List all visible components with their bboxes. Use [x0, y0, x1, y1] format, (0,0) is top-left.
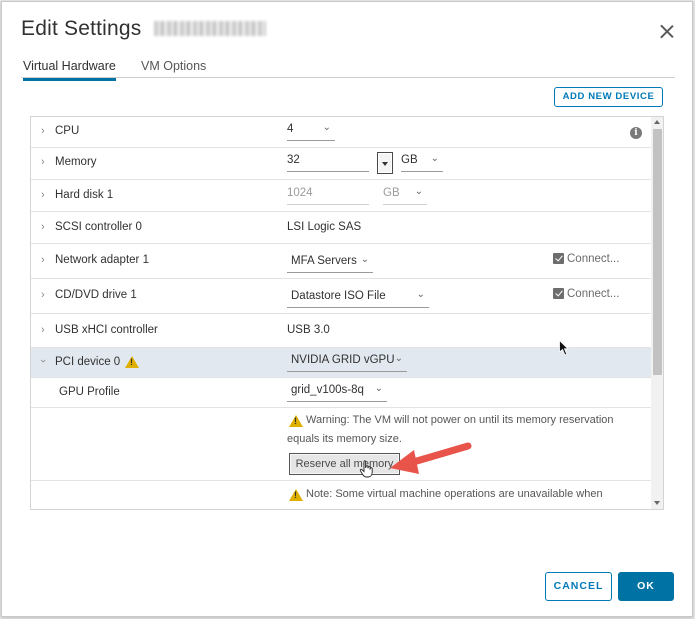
- chevron-down-icon: ⌄: [360, 254, 369, 265]
- edit-settings-dialog: Edit Settings Virtual Hardware VM Option…: [1, 1, 693, 617]
- chevron-right-icon[interactable]: ›: [41, 254, 45, 266]
- network-connect-label: Connect...: [567, 253, 620, 265]
- hard-disk-value: 1024: [287, 187, 313, 199]
- chevron-right-icon[interactable]: ›: [41, 221, 45, 233]
- memory-dropdown-button[interactable]: [377, 152, 393, 174]
- note-text: Note: Some virtual machine operations ar…: [306, 488, 603, 500]
- pci-device-select[interactable]: NVIDIA GRID vGPU ⌄: [287, 353, 407, 372]
- network-connect-checkbox[interactable]: [553, 253, 564, 264]
- hardware-row-cpu: › CPU 4 ⌄ i: [31, 117, 651, 148]
- scroll-up-icon[interactable]: [654, 120, 660, 124]
- tab-bar: Virtual Hardware VM Options: [21, 57, 675, 81]
- usb-value: USB 3.0: [287, 324, 330, 336]
- cdrom-connect-label: Connect...: [567, 288, 620, 300]
- cpu-label: CPU: [55, 125, 80, 137]
- hard-disk-unit-select[interactable]: GB ⌄: [383, 186, 427, 205]
- ok-button[interactable]: OK: [618, 572, 674, 601]
- warning-line-1: Warning: The VM will not power on until …: [306, 414, 614, 426]
- hardware-row-hard-disk: › Hard disk 1 1024 GB ⌄: [31, 180, 651, 212]
- close-icon[interactable]: [657, 22, 677, 42]
- hand-cursor-icon: [359, 460, 373, 478]
- vm-name-redacted: [154, 21, 266, 36]
- virtual-hardware-list: › CPU 4 ⌄ i › Memory 32 GB ⌄ › Hard disk…: [30, 116, 664, 510]
- cdrom-connect-checkbox[interactable]: [553, 288, 564, 299]
- chevron-right-icon[interactable]: ›: [41, 125, 45, 137]
- scroll-down-icon[interactable]: [654, 501, 660, 505]
- gpu-profile-label: GPU Profile: [59, 386, 120, 398]
- hardware-row-network: › Network adapter 1 MFA Servers ⌄ Connec…: [31, 244, 651, 279]
- hardware-row-usb: › USB xHCI controller USB 3.0: [31, 314, 651, 348]
- hardware-row-memory: › Memory 32 GB ⌄: [31, 148, 651, 180]
- chevron-down-icon: ⌄: [394, 353, 403, 364]
- chevron-down-icon: ⌄: [430, 153, 439, 164]
- reserve-all-memory-button[interactable]: Reserve all memory: [289, 453, 400, 475]
- tab-vm-options[interactable]: VM Options: [141, 59, 206, 78]
- pci-value: NVIDIA GRID vGPU: [291, 354, 395, 366]
- dialog-title: Edit Settings: [21, 17, 142, 40]
- hard-disk-size-input[interactable]: 1024: [287, 187, 369, 205]
- chevron-right-icon[interactable]: ›: [41, 189, 45, 201]
- warning-icon: [125, 356, 139, 368]
- usb-label: USB xHCI controller: [55, 324, 158, 336]
- hardware-row-scsi: › SCSI controller 0 LSI Logic SAS: [31, 212, 651, 244]
- chevron-right-icon[interactable]: ›: [41, 324, 45, 336]
- cdrom-select[interactable]: Datastore ISO File ⌄: [287, 289, 429, 308]
- mouse-pointer-icon: [559, 340, 569, 356]
- chevron-down-icon: ⌄: [374, 383, 383, 394]
- warning-icon: [289, 489, 303, 501]
- tab-virtual-hardware[interactable]: Virtual Hardware: [23, 59, 116, 81]
- gpu-profile-select[interactable]: grid_v100s-8q ⌄: [287, 383, 387, 402]
- gpu-profile-value: grid_v100s-8q: [291, 384, 364, 396]
- info-icon[interactable]: i: [630, 127, 642, 139]
- operations-note: Note: Some virtual machine operations ar…: [31, 481, 651, 509]
- chevron-down-icon: ⌄: [416, 289, 425, 300]
- add-new-device-button[interactable]: ADD NEW DEVICE: [554, 87, 663, 107]
- cpu-value: 4: [287, 123, 294, 135]
- hardware-row-pci[interactable]: › PCI device 0 NVIDIA GRID vGPU ⌄: [31, 348, 651, 378]
- network-value: MFA Servers: [291, 255, 357, 267]
- scrollbar-thumb[interactable]: [653, 129, 662, 375]
- chevron-right-icon[interactable]: ›: [41, 289, 45, 301]
- hard-disk-label: Hard disk 1: [55, 189, 114, 201]
- scsi-value: LSI Logic SAS: [287, 221, 362, 233]
- chevron-down-icon[interactable]: ›: [37, 359, 49, 363]
- memory-unit: GB: [401, 154, 418, 166]
- memory-value: 32: [287, 154, 300, 166]
- hard-disk-unit: GB: [383, 187, 400, 199]
- hardware-row-cdrom: › CD/DVD drive 1 Datastore ISO File ⌄ Co…: [31, 279, 651, 314]
- chevron-right-icon[interactable]: ›: [41, 156, 45, 168]
- cpu-select[interactable]: 4 ⌄: [287, 122, 335, 141]
- chevron-down-icon: ⌄: [414, 186, 423, 197]
- network-select[interactable]: MFA Servers ⌄: [287, 254, 373, 273]
- memory-label: Memory: [55, 156, 97, 168]
- network-label: Network adapter 1: [55, 254, 149, 266]
- chevron-down-icon: ⌄: [322, 122, 331, 133]
- memory-unit-select[interactable]: GB ⌄: [401, 153, 443, 172]
- warning-icon: [289, 415, 303, 427]
- cdrom-label: CD/DVD drive 1: [55, 289, 137, 301]
- scsi-label: SCSI controller 0: [55, 221, 142, 233]
- pci-label: PCI device 0: [55, 356, 121, 368]
- hardware-row-gpu-profile: GPU Profile grid_v100s-8q ⌄: [31, 378, 651, 408]
- warning-line-2: equals its memory size.: [287, 433, 402, 445]
- scrollbar[interactable]: [651, 117, 663, 509]
- cdrom-value: Datastore ISO File: [291, 290, 386, 302]
- memory-input[interactable]: 32: [287, 154, 369, 172]
- cancel-button[interactable]: CANCEL: [545, 572, 612, 601]
